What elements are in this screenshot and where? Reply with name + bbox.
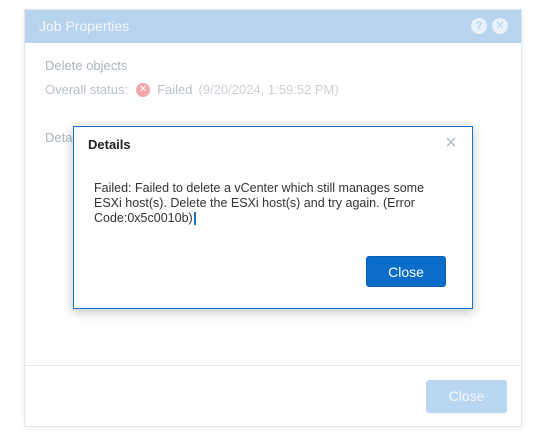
details-close-button[interactable]: Close [366,256,446,287]
footer-divider [25,365,521,366]
close-icon[interactable]: ✕ [492,18,508,34]
status-value: Failed [157,82,193,97]
job-properties-title: Job Properties [39,18,130,34]
screen: Job Properties ? ✕ Delete objects Overal… [0,0,554,436]
details-message-text: Failed: Failed to delete a vCenter which… [94,181,425,225]
overall-status-row: Overall status: ✕ Failed (9/20/2024, 1:5… [45,82,339,97]
details-dialog: Details × Failed: Failed to delete a vCe… [73,126,473,309]
details-label: Detai [45,130,76,145]
help-icon[interactable]: ? [471,18,487,34]
job-properties-close-button[interactable]: Close [426,380,507,413]
details-dialog-title: Details [88,137,131,152]
failed-icon: ✕ [136,82,151,97]
close-icon[interactable]: × [442,133,460,153]
section-title: Delete objects [45,58,128,73]
job-properties-header: Job Properties ? ✕ [25,10,521,43]
text-cursor [193,212,196,226]
overall-status-label: Overall status: [45,82,129,97]
details-message: Failed: Failed to delete a vCenter which… [94,181,444,226]
status-timestamp: (9/20/2024, 1:59:52 PM) [198,82,339,97]
